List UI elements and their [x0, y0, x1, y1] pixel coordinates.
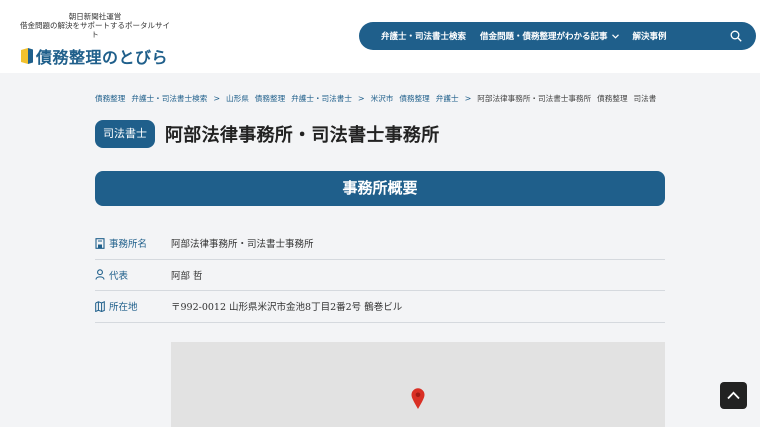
door-logo-icon — [21, 48, 33, 64]
building-icon — [95, 237, 105, 249]
info-label: 事務所名 — [95, 236, 171, 250]
info-label: 所在地 — [95, 299, 171, 313]
breadcrumb-link[interactable]: 山形県 — [226, 93, 249, 104]
breadcrumb-current: 阿部法律事務所・司法書士事務所 — [477, 93, 592, 103]
nav-articles[interactable]: 借金問題・債務整理がわかる記事 — [480, 30, 619, 42]
info-row-office-name: 事務所名 阿部法律事務所・司法書士事務所 — [95, 228, 665, 260]
site-logo[interactable]: 朝日新聞社運営 借金問題の解決をサポートするポータルサイト 債務整理のとびら — [20, 12, 190, 68]
nav-label: 借金問題・債務整理がわかる記事 — [480, 32, 608, 42]
nav-cases[interactable]: 解決事例 — [633, 30, 667, 42]
representative-value: 阿部 哲 — [171, 270, 203, 282]
breadcrumb-link[interactable]: 米沢市 — [371, 93, 394, 104]
person-icon — [95, 269, 105, 280]
office-info-table: 事務所名 阿部法律事務所・司法書士事務所 代表 阿部 哲 所在地 〒992-00… — [95, 228, 665, 323]
office-name-value: 阿部法律事務所・司法書士事務所 — [171, 239, 314, 251]
main-nav: 弁護士・司法書士検索 借金問題・債務整理がわかる記事 解決事例 — [359, 22, 756, 50]
map-pin-icon[interactable] — [411, 388, 425, 410]
label-text: 所在地 — [109, 302, 138, 314]
scroll-to-top-button[interactable] — [720, 382, 747, 409]
brand-main: 債務整理のとびら — [20, 44, 190, 68]
info-row-address: 所在地 〒992-0012 山形県米沢市金池8丁目2番2号 鶴巻ビル — [95, 291, 665, 323]
breadcrumb-separator-icon: > — [213, 93, 221, 103]
search-icon[interactable] — [730, 30, 742, 42]
info-label: 代表 — [95, 268, 171, 282]
nav-lawyer-search[interactable]: 弁護士・司法書士検索 — [381, 30, 466, 42]
label-text: 事務所名 — [109, 239, 148, 251]
info-row-representative: 代表 阿部 哲 — [95, 260, 665, 291]
breadcrumb-link[interactable]: 債務整理 — [255, 93, 285, 104]
google-map[interactable] — [171, 342, 665, 427]
site-header: 朝日新聞社運営 借金問題の解決をサポートするポータルサイト 債務整理のとびら 弁… — [0, 0, 760, 73]
breadcrumb-link[interactable]: 債務整理 — [95, 93, 125, 104]
chevron-up-icon — [727, 391, 740, 400]
breadcrumb-link[interactable]: 弁護士・司法書士検索 — [131, 93, 207, 104]
breadcrumb-separator-icon: > — [464, 93, 472, 103]
breadcrumb-link[interactable]: 債務整理 — [399, 93, 429, 104]
chevron-down-icon — [611, 33, 619, 39]
label-text: 代表 — [109, 270, 129, 282]
category-badge: 司法書士 — [95, 120, 155, 148]
nav-label: 解決事例 — [632, 32, 667, 42]
address-value: 〒992-0012 山形県米沢市金池8丁目2番2号 鶴巻ビル — [171, 302, 403, 314]
breadcrumb-separator-icon: > — [357, 93, 365, 103]
breadcrumb-link[interactable]: 弁護士 — [436, 93, 459, 104]
breadcrumb-link[interactable]: 弁護士・司法書士 — [291, 93, 352, 104]
breadcrumb-current: 債務整理 — [597, 93, 628, 103]
nav-label: 弁護士・司法書士検索 — [381, 32, 467, 42]
brand-tagline: 朝日新聞社運営 借金問題の解決をサポートするポータルサイト — [20, 12, 170, 39]
tagline-line-1: 朝日新聞社運営 — [68, 12, 122, 21]
section-header: 事務所概要 — [95, 171, 665, 206]
page-title: 阿部法律事務所・司法書士事務所 — [165, 125, 440, 146]
breadcrumb-current: 司法書 — [633, 93, 657, 103]
title-row: 司法書士 阿部法律事務所・司法書士事務所 — [95, 120, 440, 148]
site-name: 債務整理のとびら — [36, 48, 169, 67]
map-icon — [95, 300, 105, 312]
breadcrumb: 債務整理 弁護士・司法書士検索 > 山形県 債務整理 弁護士・司法書士 > 米沢… — [95, 92, 670, 104]
tagline-line-2: 借金問題の解決をサポートするポータルサイト — [20, 21, 170, 39]
